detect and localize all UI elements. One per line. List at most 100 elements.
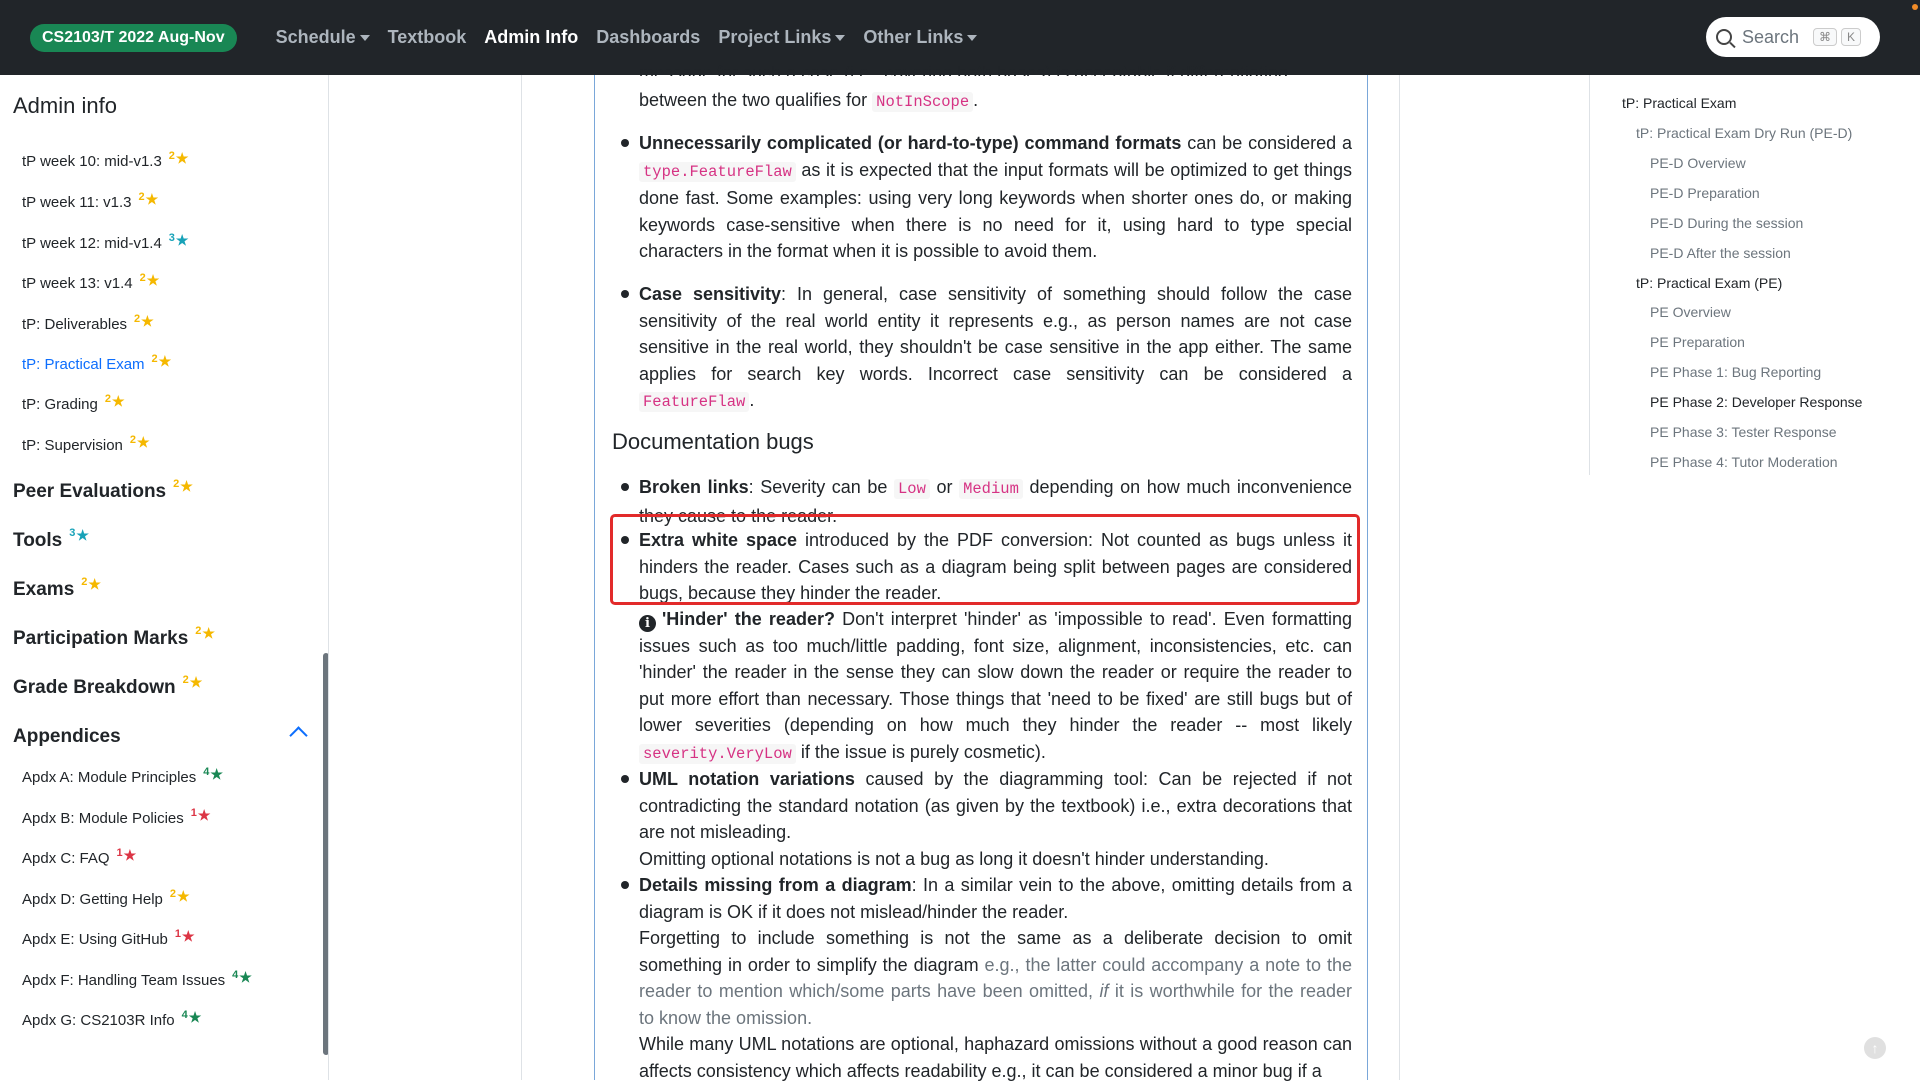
- list-item-case-sensitivity: Case sensitivity: In general, case sensi…: [639, 284, 1352, 412]
- list-item-command-formats: Unnecessarily complicated (or hard-to-ty…: [639, 133, 1352, 261]
- bullet: [621, 290, 629, 298]
- toc-item-pe-phase-1[interactable]: PE Phase 1: Bug Reporting: [1650, 364, 1821, 380]
- star-badge: 4 ★: [232, 969, 252, 985]
- nav-admin-info[interactable]: Admin Info: [475, 27, 587, 48]
- sidebar-item-tp-week-11[interactable]: tP week 11: v1.3 2 ★: [22, 191, 158, 211]
- sidebar-item-tp-week-10[interactable]: tP week 10: mid-v1.3 2 ★: [22, 150, 189, 170]
- star-icon: ★: [180, 478, 193, 494]
- toc-item-pe-phase-2[interactable]: PE Phase 2: Developer Response: [1650, 394, 1862, 410]
- toc-item-ped-preparation[interactable]: PE-D Preparation: [1650, 185, 1760, 201]
- cut-off-text: message for such a case (i.e., covering …: [639, 64, 1289, 76]
- star-badge: 2 ★: [151, 353, 172, 369]
- search-label: Search: [1742, 26, 1800, 47]
- left-sidebar: Admin info tP week 10: mid-v1.3 2 ★ tP wee…: [0, 75, 329, 1080]
- inline-code: Low: [894, 479, 930, 499]
- list-item-uml-variations: UML notation variations caused by the di…: [639, 769, 1352, 869]
- star-icon: ★: [210, 766, 223, 782]
- inline-code: type.FeatureFlaw: [639, 161, 796, 182]
- paragraph-not-in-scope: between the two qualifies for NotInScope…: [639, 90, 979, 112]
- shortcut-key-cmd: ⌘: [1813, 28, 1838, 46]
- sidebar-item-apdx-c[interactable]: Apdx C: FAQ 1 ★: [22, 847, 137, 867]
- nav-dashboards[interactable]: Dashboards: [587, 27, 709, 48]
- list-item-missing-details: Details missing from a diagram: In a sim…: [639, 875, 1353, 1081]
- star-icon: ★: [175, 232, 189, 248]
- toc-item-practical-exam[interactable]: tP: Practical Exam: [1622, 95, 1736, 111]
- sidebar-item-tp-deliverables[interactable]: tP: Deliverables 2 ★: [22, 313, 154, 333]
- toc-item-ped-overview[interactable]: PE-D Overview: [1650, 155, 1746, 171]
- star-icon: ★: [76, 527, 89, 543]
- nav-textbook[interactable]: Textbook: [379, 27, 476, 48]
- sidebar-item-tp-week-12[interactable]: tP week 12: mid-v1.4 3 ★: [22, 232, 189, 252]
- star-badge: 2 ★: [182, 674, 203, 690]
- toc-item-pe-overview[interactable]: PE Overview: [1650, 304, 1731, 320]
- nav-other-links[interactable]: Other Links: [854, 27, 986, 48]
- scroll-to-top-button[interactable]: ↑: [1864, 1037, 1886, 1059]
- sidebar-item-apdx-g[interactable]: Apdx G: CS2103R Info 4 ★: [22, 1009, 201, 1029]
- sidebar-item-tp-supervision[interactable]: tP: Supervision 2 ★: [22, 434, 150, 454]
- search-button[interactable]: Search ⌘ K: [1706, 17, 1880, 57]
- sidebar-section-grade-breakdown[interactable]: Grade Breakdown 2 ★: [13, 674, 203, 699]
- star-badge: 2 ★: [139, 272, 160, 288]
- bullet: [621, 483, 629, 491]
- toc-item-ped-after[interactable]: PE-D After the session: [1650, 245, 1791, 261]
- nav-project-links[interactable]: Project Links: [709, 27, 854, 48]
- nav-schedule[interactable]: Schedule: [267, 27, 379, 48]
- sidebar-item-apdx-e[interactable]: Apdx E: Using GitHub 1 ★: [22, 928, 195, 948]
- bullet: [621, 139, 629, 147]
- sidebar-title: Admin info: [13, 93, 117, 118]
- sidebar-item-tp-practical-exam[interactable]: tP: Practical Exam 2 ★: [22, 353, 172, 373]
- star-icon: ★: [202, 625, 215, 641]
- star-badge: 2 ★: [168, 150, 189, 166]
- sidebar-item-tp-week-13[interactable]: tP week 13: v1.4 2 ★: [22, 272, 160, 292]
- inline-code: NotInScope: [872, 92, 974, 112]
- sidebar-section-peer-evaluations[interactable]: Peer Evaluations 2 ★: [13, 478, 193, 503]
- star-icon: ★: [158, 353, 172, 369]
- toc-item-pe-preparation[interactable]: PE Preparation: [1650, 334, 1745, 350]
- star-icon: ★: [123, 847, 137, 863]
- site-brand[interactable]: CS2103/T 2022 Aug-Nov: [30, 23, 237, 52]
- sidebar-section-appendices[interactable]: Appendices: [13, 726, 121, 748]
- highlight-box: [610, 514, 1360, 605]
- search-icon: [1716, 29, 1732, 45]
- star-badge: 1 ★: [116, 847, 137, 863]
- star-badge: 3 ★: [168, 232, 189, 248]
- sidebar-item-tp-grading[interactable]: tP: Grading 2 ★: [22, 393, 125, 413]
- chevron-down-icon: [359, 34, 370, 41]
- nav-menu: Schedule Textbook Admin Info Dashboards …: [267, 27, 987, 48]
- toc-item-pe-phase-3[interactable]: PE Phase 3: Tester Response: [1650, 424, 1837, 440]
- inline-code: FeatureFlaw: [639, 392, 750, 412]
- sidebar-item-apdx-d[interactable]: Apdx D: Getting Help 2 ★: [22, 888, 190, 908]
- star-icon: ★: [88, 576, 101, 592]
- star-icon: ★: [239, 969, 252, 985]
- notification-dot: [1912, 4, 1918, 10]
- star-icon: ★: [137, 434, 150, 450]
- toc-item-pe-phase-4[interactable]: PE Phase 4: Tutor Moderation: [1650, 454, 1838, 470]
- star-badge: 3 ★: [69, 527, 89, 543]
- section-heading: Documentation bugs: [612, 429, 814, 454]
- chevron-down-icon: [967, 34, 978, 41]
- sidebar-item-apdx-b[interactable]: Apdx B: Module Policies 1 ★: [22, 807, 210, 827]
- star-badge: 2 ★: [195, 625, 215, 641]
- toc-item-pe-dry-run[interactable]: tP: Practical Exam Dry Run (PE-D): [1636, 125, 1852, 141]
- sidebar-item-apdx-a[interactable]: Apdx A: Module Principles 4 ★: [22, 766, 223, 786]
- sidebar-section-tools[interactable]: Tools 3 ★: [13, 527, 89, 552]
- sidebar-scrollbar[interactable]: [323, 653, 328, 1055]
- star-icon: ★: [175, 150, 189, 166]
- sidebar-section-participation-marks[interactable]: Participation Marks 2 ★: [13, 625, 215, 650]
- star-badge: 4 ★: [203, 766, 223, 782]
- toc-item-pe[interactable]: tP: Practical Exam (PE): [1636, 275, 1782, 291]
- info-icon: i: [639, 615, 656, 632]
- content-right-divider: [1399, 75, 1400, 1080]
- star-icon: ★: [177, 888, 190, 904]
- sidebar-section-exams[interactable]: Exams 2 ★: [13, 576, 101, 601]
- star-badge: 2 ★: [134, 313, 154, 329]
- chevron-up-icon[interactable]: [289, 726, 308, 745]
- arrow-up-icon: ↑: [1871, 1040, 1879, 1056]
- content-left-divider: [521, 75, 522, 1080]
- star-badge: 2 ★: [104, 393, 125, 409]
- star-badge: 2 ★: [81, 576, 101, 592]
- sidebar-item-apdx-f[interactable]: Apdx F: Handling Team Issues 4 ★: [22, 969, 252, 989]
- inline-code: severity.VeryLow: [639, 743, 796, 764]
- toc-item-ped-during[interactable]: PE-D During the session: [1650, 215, 1803, 231]
- info-hinder-note: i 'Hinder' the reader? Don't interpret 'h…: [639, 609, 1352, 764]
